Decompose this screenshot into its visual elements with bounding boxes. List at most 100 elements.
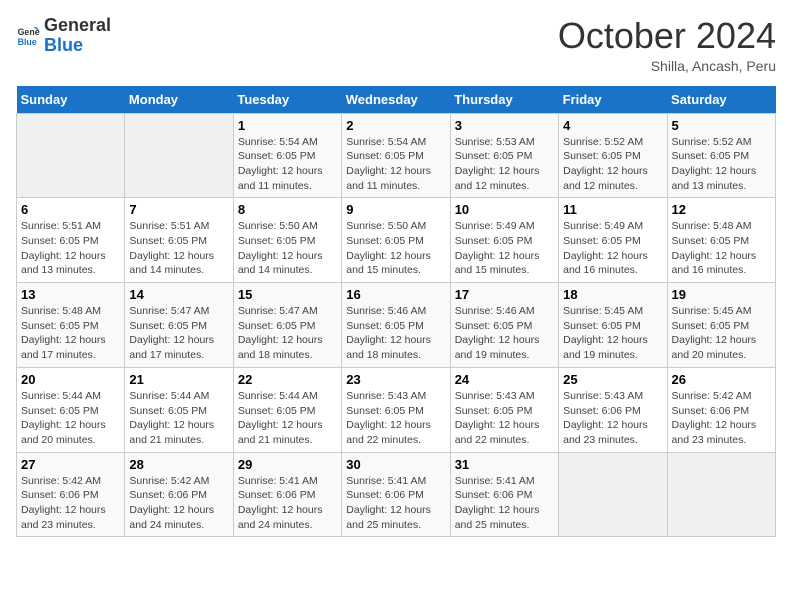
week-row-3: 13Sunrise: 5:48 AMSunset: 6:05 PMDayligh…: [17, 283, 776, 368]
day-detail: Sunrise: 5:44 AMSunset: 6:05 PMDaylight:…: [238, 389, 337, 448]
title-block: October 2024 Shilla, Ancash, Peru: [558, 16, 776, 74]
calendar-cell: 17 Sunrise: 5:46 AMSunset: 6:05 PMDayligh…: [450, 283, 558, 368]
day-number: 13: [21, 287, 120, 302]
page-header: General Blue General Blue October 2024 S…: [16, 16, 776, 74]
month-title: October 2024: [558, 16, 776, 56]
day-detail: Sunrise: 5:43 AMSunset: 6:05 PMDaylight:…: [346, 389, 445, 448]
logo-line1: General: [44, 15, 111, 35]
day-detail: Sunrise: 5:44 AMSunset: 6:05 PMDaylight:…: [21, 389, 120, 448]
day-detail: Sunrise: 5:52 AMSunset: 6:05 PMDaylight:…: [563, 135, 662, 194]
day-number: 25: [563, 372, 662, 387]
day-number: 24: [455, 372, 554, 387]
day-detail: Sunrise: 5:54 AMSunset: 6:05 PMDaylight:…: [346, 135, 445, 194]
day-detail: Sunrise: 5:46 AMSunset: 6:05 PMDaylight:…: [455, 304, 554, 363]
weekday-header-friday: Friday: [559, 86, 667, 114]
day-number: 7: [129, 202, 228, 217]
day-number: 2: [346, 118, 445, 133]
logo: General Blue General Blue: [16, 16, 111, 56]
calendar-cell: [17, 113, 125, 198]
day-number: 26: [672, 372, 771, 387]
day-detail: Sunrise: 5:48 AMSunset: 6:05 PMDaylight:…: [672, 219, 771, 278]
day-detail: Sunrise: 5:51 AMSunset: 6:05 PMDaylight:…: [21, 219, 120, 278]
day-number: 8: [238, 202, 337, 217]
calendar-cell: 23 Sunrise: 5:43 AMSunset: 6:05 PMDayligh…: [342, 367, 450, 452]
day-detail: Sunrise: 5:41 AMSunset: 6:06 PMDaylight:…: [238, 474, 337, 533]
calendar-cell: [667, 452, 775, 537]
calendar-cell: 4Sunrise: 5:52 AMSunset: 6:05 PMDaylight…: [559, 113, 667, 198]
calendar-cell: 24 Sunrise: 5:43 AMSunset: 6:05 PMDayligh…: [450, 367, 558, 452]
day-detail: Sunrise: 5:45 AMSunset: 6:05 PMDaylight:…: [672, 304, 771, 363]
week-row-2: 6 Sunrise: 5:51 AMSunset: 6:05 PMDaylight…: [17, 198, 776, 283]
day-detail: Sunrise: 5:41 AMSunset: 6:06 PMDaylight:…: [346, 474, 445, 533]
day-detail: Sunrise: 5:49 AMSunset: 6:05 PMDaylight:…: [455, 219, 554, 278]
day-detail: Sunrise: 5:54 AMSunset: 6:05 PMDaylight:…: [238, 135, 337, 194]
svg-text:Blue: Blue: [18, 37, 37, 47]
calendar-cell: 14 Sunrise: 5:47 AMSunset: 6:05 PMDayligh…: [125, 283, 233, 368]
calendar-cell: 29Sunrise: 5:41 AMSunset: 6:06 PMDayligh…: [233, 452, 341, 537]
day-detail: Sunrise: 5:46 AMSunset: 6:05 PMDaylight:…: [346, 304, 445, 363]
day-number: 20: [21, 372, 120, 387]
calendar-cell: 20 Sunrise: 5:44 AMSunset: 6:05 PMDayligh…: [17, 367, 125, 452]
weekday-header-monday: Monday: [125, 86, 233, 114]
calendar-cell: 15Sunrise: 5:47 AMSunset: 6:05 PMDayligh…: [233, 283, 341, 368]
day-number: 3: [455, 118, 554, 133]
calendar-cell: 13Sunrise: 5:48 AMSunset: 6:05 PMDayligh…: [17, 283, 125, 368]
weekday-header-sunday: Sunday: [17, 86, 125, 114]
day-detail: Sunrise: 5:42 AMSunset: 6:06 PMDaylight:…: [129, 474, 228, 533]
day-number: 30: [346, 457, 445, 472]
calendar-cell: 16 Sunrise: 5:46 AMSunset: 6:05 PMDayligh…: [342, 283, 450, 368]
calendar-cell: 1 Sunrise: 5:54 AMSunset: 6:05 PMDaylight…: [233, 113, 341, 198]
week-row-1: 1 Sunrise: 5:54 AMSunset: 6:05 PMDaylight…: [17, 113, 776, 198]
day-number: 16: [346, 287, 445, 302]
calendar-cell: 19 Sunrise: 5:45 AMSunset: 6:05 PMDayligh…: [667, 283, 775, 368]
day-number: 17: [455, 287, 554, 302]
day-number: 19: [672, 287, 771, 302]
calendar-cell: 2 Sunrise: 5:54 AMSunset: 6:05 PMDaylight…: [342, 113, 450, 198]
day-number: 22: [238, 372, 337, 387]
day-number: 10: [455, 202, 554, 217]
calendar-cell: 27 Sunrise: 5:42 AMSunset: 6:06 PMDayligh…: [17, 452, 125, 537]
calendar-cell: 10 Sunrise: 5:49 AMSunset: 6:05 PMDayligh…: [450, 198, 558, 283]
day-detail: Sunrise: 5:45 AMSunset: 6:05 PMDaylight:…: [563, 304, 662, 363]
calendar-cell: 25Sunrise: 5:43 AMSunset: 6:06 PMDayligh…: [559, 367, 667, 452]
logo-icon: General Blue: [16, 24, 40, 48]
day-detail: Sunrise: 5:47 AMSunset: 6:05 PMDaylight:…: [129, 304, 228, 363]
day-detail: Sunrise: 5:44 AMSunset: 6:05 PMDaylight:…: [129, 389, 228, 448]
day-detail: Sunrise: 5:49 AMSunset: 6:05 PMDaylight:…: [563, 219, 662, 278]
week-row-5: 27 Sunrise: 5:42 AMSunset: 6:06 PMDayligh…: [17, 452, 776, 537]
weekday-header-row: SundayMondayTuesdayWednesdayThursdayFrid…: [17, 86, 776, 114]
day-number: 31: [455, 457, 554, 472]
weekday-header-tuesday: Tuesday: [233, 86, 341, 114]
week-row-4: 20 Sunrise: 5:44 AMSunset: 6:05 PMDayligh…: [17, 367, 776, 452]
day-detail: Sunrise: 5:42 AMSunset: 6:06 PMDaylight:…: [21, 474, 120, 533]
weekday-header-thursday: Thursday: [450, 86, 558, 114]
calendar-cell: 7 Sunrise: 5:51 AMSunset: 6:05 PMDaylight…: [125, 198, 233, 283]
calendar-cell: 22 Sunrise: 5:44 AMSunset: 6:05 PMDayligh…: [233, 367, 341, 452]
day-number: 1: [238, 118, 337, 133]
day-detail: Sunrise: 5:43 AMSunset: 6:05 PMDaylight:…: [455, 389, 554, 448]
day-number: 6: [21, 202, 120, 217]
day-detail: Sunrise: 5:51 AMSunset: 6:05 PMDaylight:…: [129, 219, 228, 278]
calendar-cell: 8 Sunrise: 5:50 AMSunset: 6:05 PMDaylight…: [233, 198, 341, 283]
day-number: 14: [129, 287, 228, 302]
location: Shilla, Ancash, Peru: [558, 58, 776, 74]
calendar-cell: 21 Sunrise: 5:44 AMSunset: 6:05 PMDayligh…: [125, 367, 233, 452]
day-number: 18: [563, 287, 662, 302]
day-number: 15: [238, 287, 337, 302]
weekday-header-saturday: Saturday: [667, 86, 775, 114]
day-number: 27: [21, 457, 120, 472]
calendar-cell: 3 Sunrise: 5:53 AMSunset: 6:05 PMDaylight…: [450, 113, 558, 198]
calendar-cell: 30 Sunrise: 5:41 AMSunset: 6:06 PMDayligh…: [342, 452, 450, 537]
day-detail: Sunrise: 5:50 AMSunset: 6:05 PMDaylight:…: [238, 219, 337, 278]
calendar-cell: 26Sunrise: 5:42 AMSunset: 6:06 PMDayligh…: [667, 367, 775, 452]
day-number: 11: [563, 202, 662, 217]
day-number: 12: [672, 202, 771, 217]
day-number: 21: [129, 372, 228, 387]
calendar-cell: [559, 452, 667, 537]
day-number: 23: [346, 372, 445, 387]
day-detail: Sunrise: 5:52 AMSunset: 6:05 PMDaylight:…: [672, 135, 771, 194]
day-detail: Sunrise: 5:53 AMSunset: 6:05 PMDaylight:…: [455, 135, 554, 194]
calendar-cell: 11 Sunrise: 5:49 AMSunset: 6:05 PMDayligh…: [559, 198, 667, 283]
weekday-header-wednesday: Wednesday: [342, 86, 450, 114]
calendar-cell: [125, 113, 233, 198]
